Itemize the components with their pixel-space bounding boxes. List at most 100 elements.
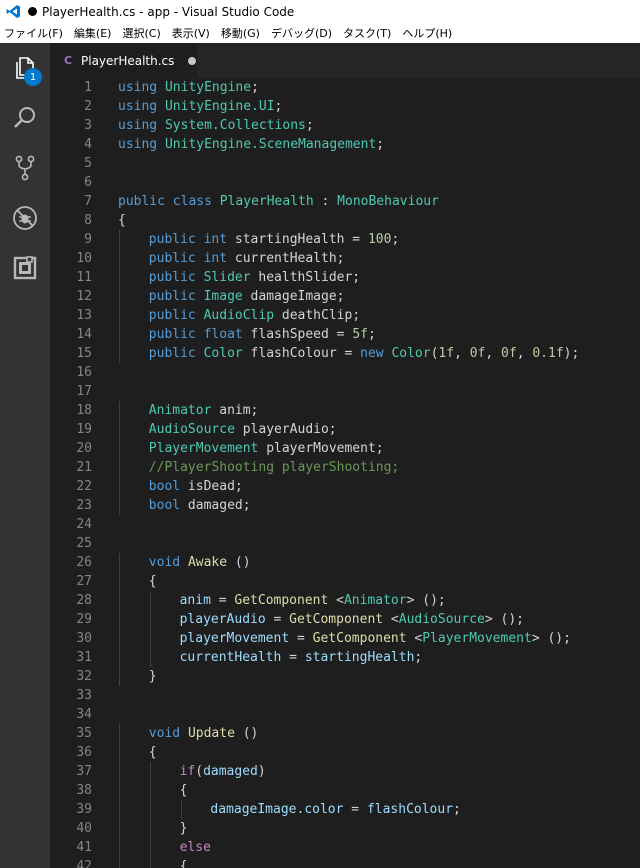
- code-line[interactable]: 20 PlayerMovement playerMovement;: [50, 439, 640, 458]
- menu-edit[interactable]: 編集(E): [74, 25, 112, 41]
- code-line[interactable]: 15 public Color flashColour = new Color(1…: [50, 344, 640, 363]
- code-line[interactable]: 25: [50, 534, 640, 553]
- line-code: }: [180, 819, 188, 838]
- menu-selection[interactable]: 選択(C): [122, 25, 160, 41]
- code-line[interactable]: 11 public Slider healthSlider;: [50, 268, 640, 287]
- title-bar: PlayerHealth.cs - app - Visual Studio Co…: [0, 0, 640, 23]
- code-line[interactable]: 37 if(damaged): [50, 762, 640, 781]
- code-line[interactable]: 40}: [50, 819, 640, 838]
- menu-debug[interactable]: デバッグ(D): [271, 25, 332, 41]
- line-number: 33: [76, 688, 92, 703]
- code-token: damaged;: [180, 498, 251, 513]
- unsaved-dot-icon[interactable]: [188, 56, 197, 65]
- code-line[interactable]: 29 playerAudio = GetComponent <AudioSourc…: [50, 610, 640, 629]
- menu-file[interactable]: ファイル(F): [4, 25, 63, 41]
- activity-debug[interactable]: [0, 193, 50, 243]
- code-line[interactable]: 4 using UnityEngine.SceneManagement;: [50, 135, 640, 154]
- line-code: else: [180, 838, 211, 857]
- code-line[interactable]: 36 {: [50, 743, 640, 762]
- code-line[interactable]: 1 using UnityEngine;: [50, 78, 640, 97]
- code-line[interactable]: 9 public int startingHealth = 100;: [50, 230, 640, 249]
- code-line[interactable]: 38 {: [50, 781, 640, 800]
- activity-bar: 1: [0, 43, 50, 868]
- indent-guide: [149, 781, 151, 800]
- menu-go[interactable]: 移動(G): [221, 25, 260, 41]
- code-line[interactable]: 32}: [50, 667, 640, 686]
- indent-guide: [119, 572, 120, 591]
- line-number: 37: [76, 764, 92, 779]
- tab-bar: C PlayerHealth.cs: [50, 43, 640, 78]
- code-line[interactable]: 2 using UnityEngine.UI;: [50, 97, 640, 116]
- code-token: ;: [414, 650, 423, 665]
- code-line[interactable]: 12 public Image damageImage;: [50, 287, 640, 306]
- code-token: 0f: [469, 346, 486, 361]
- code-token: bool: [148, 479, 181, 494]
- code-token: flashSpeed =: [242, 327, 353, 342]
- explorer-badge: 1: [24, 68, 42, 86]
- code-line[interactable]: 23 bool damaged;: [50, 496, 640, 515]
- line-number: 13: [76, 308, 92, 323]
- menu-view[interactable]: 表示(V): [172, 25, 210, 41]
- code-token: 0f: [501, 346, 517, 361]
- code-token: AudioSource: [398, 612, 485, 627]
- code-line[interactable]: 24: [50, 515, 640, 534]
- indent-guide: [119, 648, 120, 667]
- code-line[interactable]: 41 else: [50, 838, 640, 857]
- code-line[interactable]: 42 {: [50, 857, 640, 868]
- code-token: deathClip;: [274, 308, 361, 323]
- code-line[interactable]: 33: [50, 686, 640, 705]
- activity-search[interactable]: [0, 93, 50, 143]
- code-line[interactable]: 22 bool isDead;: [50, 477, 640, 496]
- activity-extensions[interactable]: [0, 243, 50, 293]
- code-line[interactable]: 17: [50, 382, 640, 401]
- indent-guide: [149, 838, 151, 857]
- code-line[interactable]: 8{: [50, 211, 640, 230]
- code-line[interactable]: 30 playerMovement = GetComponent <PlayerM…: [50, 629, 640, 648]
- activity-source-control[interactable]: [0, 143, 50, 193]
- menu-help[interactable]: ヘルプ(H): [402, 25, 452, 41]
- code-line[interactable]: 27 {: [50, 572, 640, 591]
- code-editor[interactable]: 1 using UnityEngine; 2 using UnityEngine.UI…: [50, 78, 640, 868]
- code-token: else: [179, 840, 211, 855]
- line-number: 20: [76, 441, 92, 456]
- code-line[interactable]: 21 //PlayerShooting playerShooting;: [50, 458, 640, 477]
- line-number: 2: [84, 99, 92, 114]
- line-number: 27: [76, 574, 92, 589]
- code-line[interactable]: 13 public AudioClip deathClip;: [50, 306, 640, 325]
- code-token: <: [406, 631, 423, 646]
- code-line[interactable]: 31 currentHealth = startingHealth;: [50, 648, 640, 667]
- code-line[interactable]: 28 anim = GetComponent <Animator> ();: [50, 591, 640, 610]
- line-number: 14: [76, 327, 92, 342]
- code-line[interactable]: 19 AudioSource playerAudio;: [50, 420, 640, 439]
- indent-guide: [119, 857, 120, 868]
- code-token: int: [203, 232, 228, 247]
- line-number: 21: [76, 460, 92, 475]
- menu-tasks[interactable]: タスク(T): [343, 25, 391, 41]
- code-token: AudioSource: [148, 422, 235, 437]
- code-line[interactable]: 16: [50, 363, 640, 382]
- code-line[interactable]: 6: [50, 173, 640, 192]
- code-line[interactable]: 39 damageImage.color = flashColour;: [50, 800, 640, 819]
- code-token: > ();: [406, 593, 446, 608]
- code-token: <: [383, 612, 399, 627]
- activity-explorer[interactable]: 1: [0, 43, 50, 93]
- line-code: void Update (): [149, 724, 259, 743]
- indent-guide: [119, 591, 120, 610]
- code-token: > ();: [531, 631, 571, 646]
- code-token: healthSlider;: [250, 270, 361, 285]
- code-token: ;: [251, 80, 259, 95]
- tab-playerhealth[interactable]: C PlayerHealth.cs: [50, 43, 197, 78]
- code-line[interactable]: 14 public float flashSpeed = 5f;: [50, 325, 640, 344]
- code-line[interactable]: 7 public class PlayerHealth : MonoBehavio…: [50, 192, 640, 211]
- code-line[interactable]: 26 void Awake (): [50, 553, 640, 572]
- code-line[interactable]: 5: [50, 154, 640, 173]
- code-line[interactable]: 35 void Update (): [50, 724, 640, 743]
- line-code: using UnityEngine;: [118, 78, 259, 97]
- code-line[interactable]: 3 using System.Collections;: [50, 116, 640, 135]
- code-line[interactable]: 10 public int currentHealth;: [50, 249, 640, 268]
- line-code: using System.Collections;: [118, 116, 314, 135]
- code-token: Awake: [187, 555, 228, 570]
- code-line[interactable]: 34: [50, 705, 640, 724]
- code-line[interactable]: 18 Animator anim;: [50, 401, 640, 420]
- line-code: public AudioClip deathClip;: [149, 306, 360, 325]
